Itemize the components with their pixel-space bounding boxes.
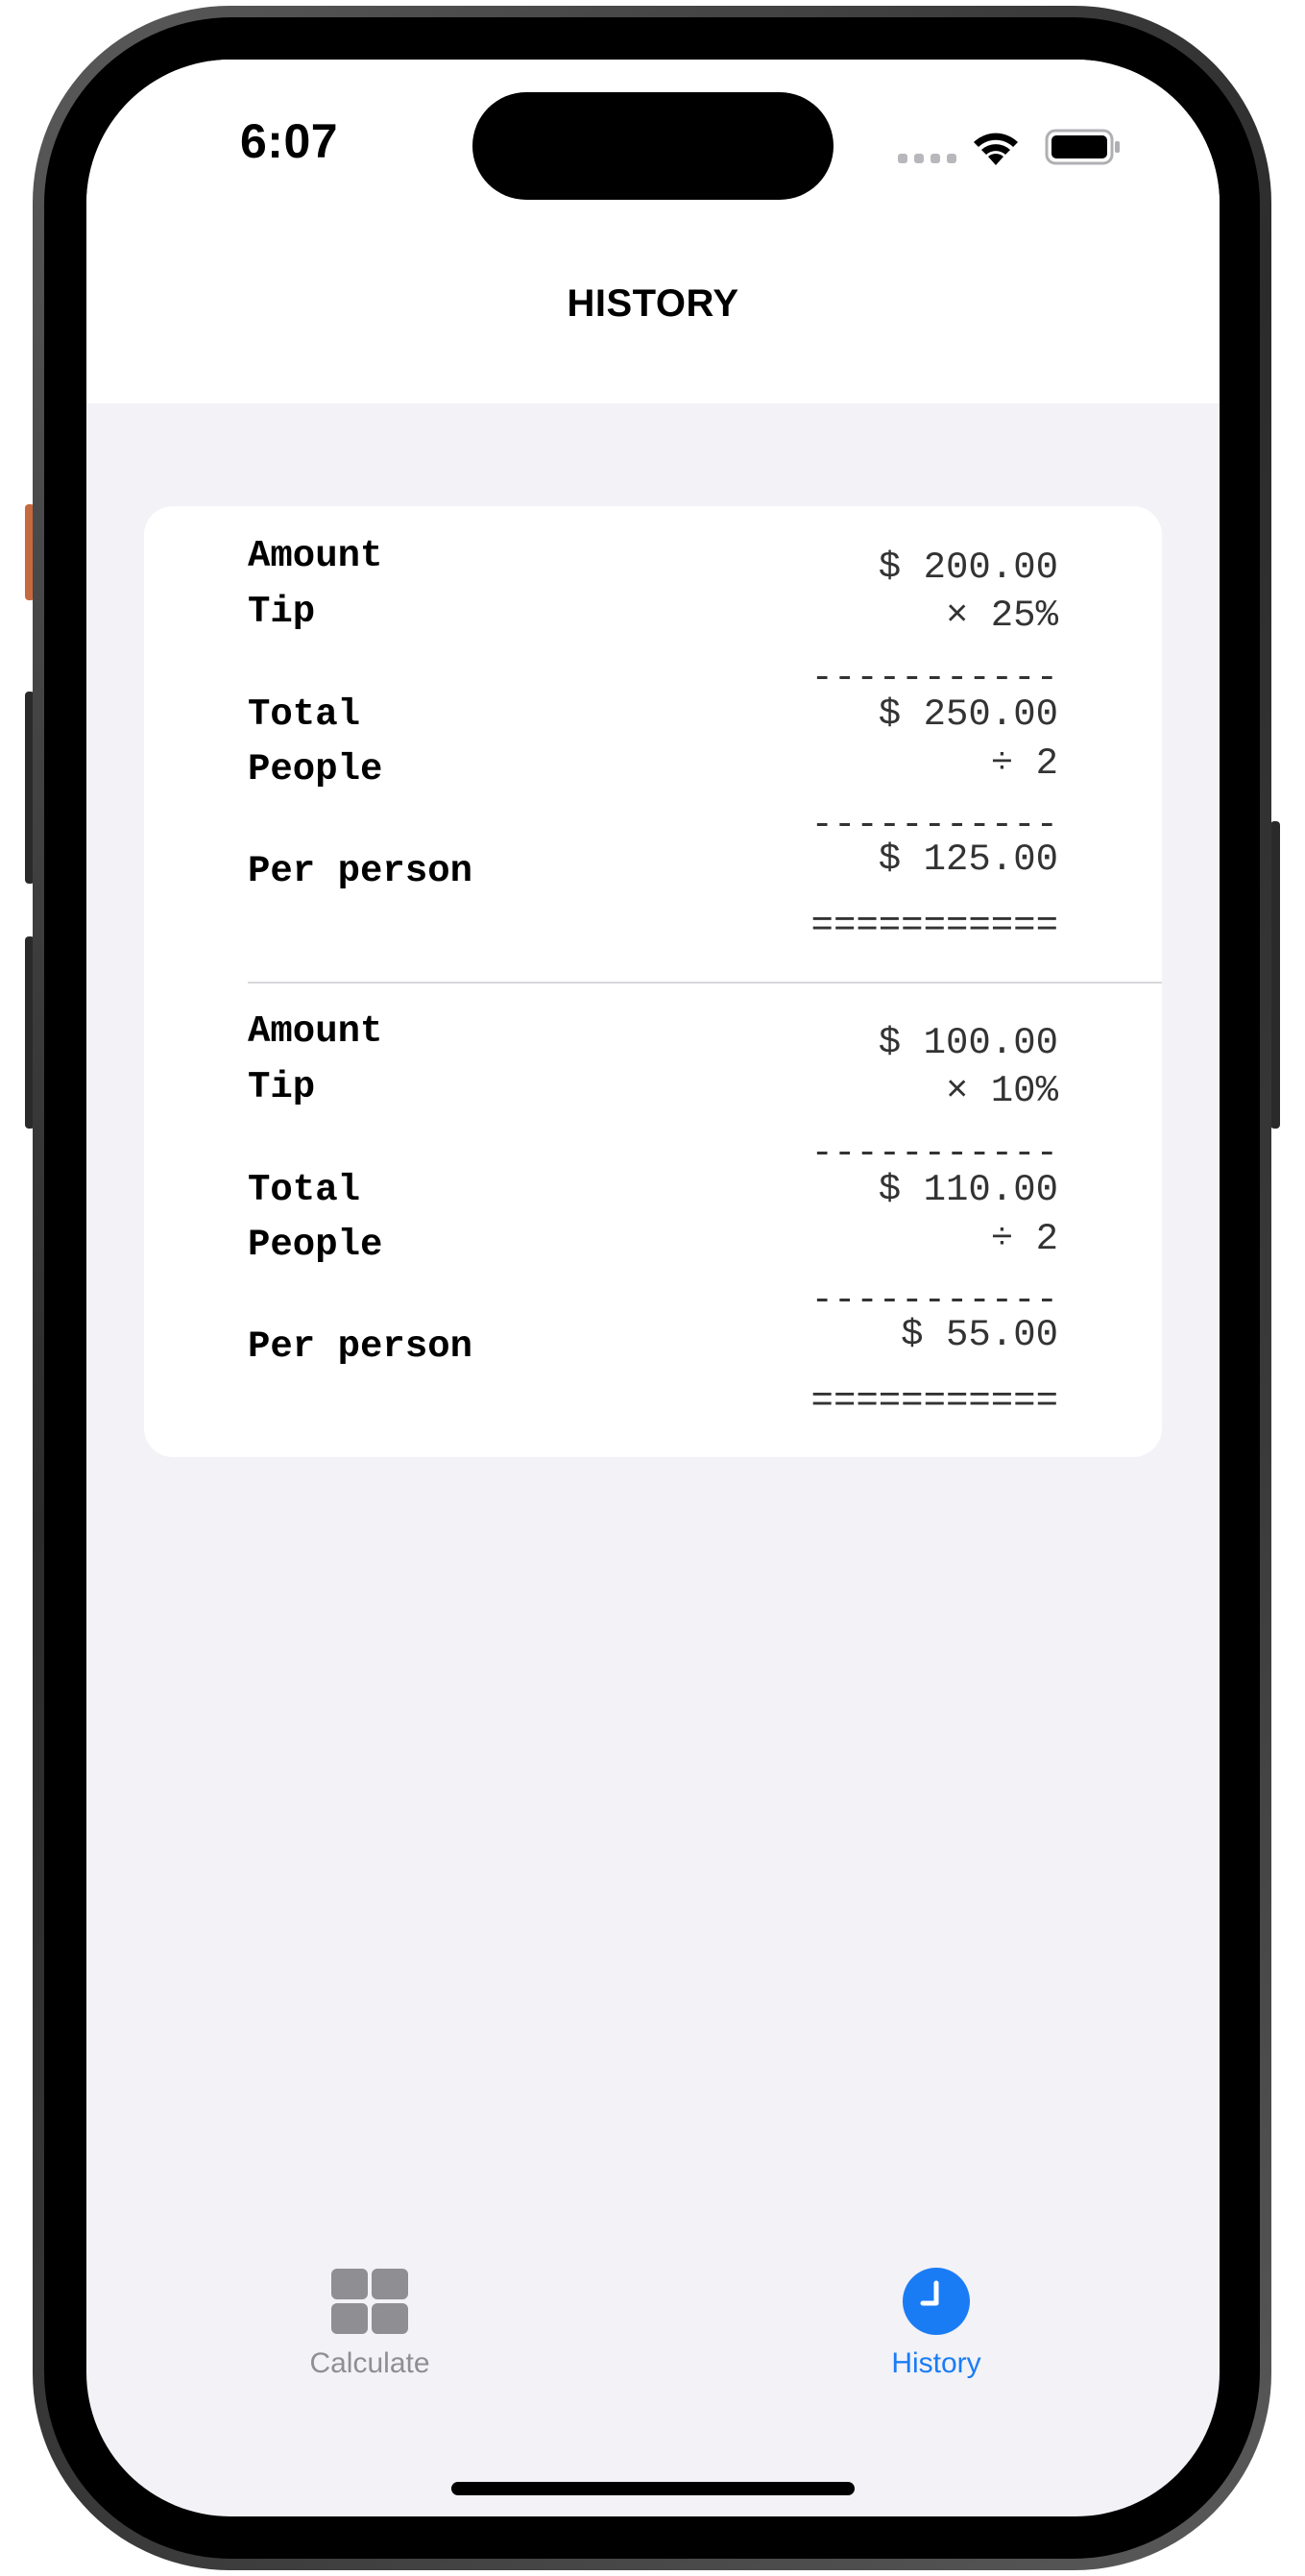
tab-history[interactable]: History [792,2267,1080,2380]
status-bar: 6:07 [86,60,1220,213]
divider-dashes: ----------- [810,1132,1058,1175]
tab-calculate[interactable]: Calculate [226,2267,514,2380]
tab-history-label: History [891,2347,981,2379]
grid-icon [331,2269,408,2334]
tab-calculate-label: Calculate [309,2347,430,2379]
tip-value: × 10% [945,1070,1058,1112]
people-label: People [248,748,383,790]
screen: HISTORY 6:07 Amount $ 200.00 Tip × 25% -… [86,60,1220,2516]
dynamic-island [472,92,834,200]
people-label: People [248,1224,383,1266]
status-time: 6:07 [240,114,339,168]
amount-value: $ 100.00 [878,1022,1058,1064]
page-title: HISTORY [567,282,739,325]
home-indicator[interactable] [451,2482,855,2495]
amount-label: Amount [248,1010,383,1053]
per-person-value: $ 125.00 [878,838,1058,881]
divider-equals: =========== [810,905,1058,947]
total-label: Total [248,693,361,736]
per-person-label: Per person [248,1325,473,1368]
wifi-icon [974,133,1018,165]
divider-equals: =========== [810,1380,1058,1422]
divider-dashes: ----------- [810,657,1058,699]
people-value: ÷ 2 [990,1218,1058,1260]
tip-label: Tip [248,591,316,633]
total-value: $ 110.00 [878,1169,1058,1211]
power-button [1270,821,1280,1129]
per-person-label: Per person [248,850,473,892]
tip-label: Tip [248,1066,316,1108]
per-person-value: $ 55.00 [901,1314,1058,1356]
battery-icon [1045,129,1120,165]
total-value: $ 250.00 [878,693,1058,736]
cellular-signal-icon [898,154,956,163]
entry-separator [248,982,1162,984]
history-list-card: Amount $ 200.00 Tip × 25% ----------- To… [144,506,1162,1457]
tab-bar: Calculate History [86,2228,1220,2516]
amount-value: $ 200.00 [878,547,1058,589]
people-value: ÷ 2 [990,742,1058,785]
total-label: Total [248,1169,361,1211]
amount-label: Amount [248,535,383,577]
clock-icon [903,2268,970,2335]
tip-value: × 25% [945,595,1058,637]
